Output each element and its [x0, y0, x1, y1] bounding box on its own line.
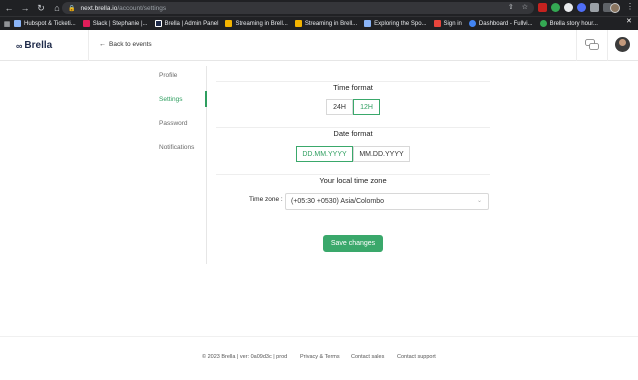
sidebar-item-settings[interactable]: Settings: [159, 96, 183, 103]
save-changes-button[interactable]: Save changes: [323, 235, 383, 252]
bookmark-item[interactable]: Hubspot & Ticketi...: [14, 20, 76, 27]
more-menu-icon[interactable]: ⋮: [626, 2, 634, 11]
bookmark-favicon-icon: [154, 20, 162, 27]
time-zone-select[interactable]: (+05:30 +0530) Asia/Colombo ⌄: [285, 193, 489, 210]
bookmark-favicon-icon: [539, 20, 547, 27]
bookmark-favicon-icon: [14, 20, 21, 27]
avatar[interactable]: [615, 37, 630, 52]
address-bar[interactable]: 🔒 next.brella.io/account/settings ⇧ ☆: [62, 2, 534, 14]
extension-icon[interactable]: [577, 3, 586, 12]
footer-divider: [0, 336, 638, 337]
browser-toolbar: ← → ↻ ⌂ 🔒 next.brella.io/account/setting…: [0, 0, 638, 16]
bookmark-item[interactable]: Exploring the Spo...: [364, 20, 427, 27]
time-format-title: Time format: [333, 83, 373, 92]
footer-link-contact-sales[interactable]: Contact sales: [351, 354, 384, 360]
bookmark-item[interactable]: Sign in: [433, 20, 462, 27]
section-divider: [216, 174, 490, 175]
time-zone-label: Time zone :: [249, 196, 283, 203]
divider: [88, 30, 89, 61]
bookmark-star-icon[interactable]: ☆: [522, 3, 528, 11]
bookmark-item[interactable]: Streaming in Brell...: [294, 20, 357, 27]
bookmark-item[interactable]: Dashboard - Fullvi...: [468, 20, 533, 27]
active-indicator: [205, 91, 207, 107]
brella-logo-icon: ∞: [16, 40, 23, 51]
divider: [576, 30, 577, 61]
app-header: ∞ Brella ← Back to events: [0, 30, 638, 61]
time-format-24h-option[interactable]: 24H: [326, 99, 353, 115]
date-format-mmddyyyy-option[interactable]: MM.DD.YYYY: [353, 146, 410, 162]
chevron-down-icon: ⌄: [476, 198, 482, 204]
back-link-label: Back to events: [109, 41, 152, 48]
divider: [607, 30, 608, 61]
browser-profile-avatar[interactable]: [610, 3, 620, 13]
bookmark-favicon-icon: [468, 20, 476, 27]
footer-link-contact-support[interactable]: Contact support: [397, 354, 436, 360]
puzzle-icon[interactable]: [590, 3, 599, 12]
settings-sidebar: Profile Settings Password Notifications: [150, 66, 207, 264]
bookmark-favicon-icon: [433, 20, 441, 27]
footer-copyright: © 2023 Brella | ver: 0a09d3c | prod: [202, 354, 288, 360]
bookmark-item[interactable]: Slack | Stephanie |...: [82, 20, 148, 27]
apps-grid-icon[interactable]: ▦: [0, 20, 14, 28]
time-zone-value: (+05:30 +0530) Asia/Colombo: [291, 198, 385, 205]
bookmarks-bar: ▦ Hubspot & Ticketi... Slack | Stephanie…: [0, 16, 638, 30]
extension-icon[interactable]: [551, 3, 560, 12]
extension-icon[interactable]: [564, 3, 573, 12]
date-format-title: Date format: [333, 129, 373, 138]
date-format-ddmmyyyy-option[interactable]: DD.MM.YYYY: [296, 146, 353, 162]
time-zone-title: Your local time zone: [319, 176, 387, 185]
bookmark-favicon-icon: [82, 20, 90, 27]
logo-text: Brella: [24, 40, 53, 51]
url-path: /account/settings: [117, 4, 167, 12]
chat-icon[interactable]: [585, 39, 599, 51]
sidebar-item-notifications[interactable]: Notifications: [159, 144, 194, 151]
url-host: next.brella.io: [80, 4, 118, 12]
bookmark-favicon-icon: [225, 20, 233, 27]
bookmark-item[interactable]: Brella | Admin Panel: [154, 20, 218, 27]
bookmark-favicon-icon: [294, 20, 302, 27]
back-arrow-icon[interactable]: ←: [2, 1, 16, 15]
bookmark-item[interactable]: Streaming in Brell...: [225, 20, 288, 27]
extension-icon[interactable]: [538, 3, 547, 12]
sidebar-item-profile[interactable]: Profile: [159, 72, 177, 79]
brella-logo[interactable]: ∞ Brella: [16, 40, 52, 51]
back-to-events-link[interactable]: ← Back to events: [99, 41, 152, 48]
bookmark-item[interactable]: Brella story hour...: [539, 20, 598, 27]
footer-link-privacy[interactable]: Privacy & Terms: [300, 354, 340, 360]
sidebar-item-password[interactable]: Password: [159, 120, 188, 127]
share-icon[interactable]: ⇧: [508, 3, 514, 11]
close-icon[interactable]: ✕: [626, 17, 632, 25]
section-divider: [216, 127, 490, 128]
forward-arrow-icon[interactable]: →: [18, 1, 32, 15]
arrow-left-icon: ←: [99, 41, 106, 48]
time-format-12h-option[interactable]: 12H: [353, 99, 380, 115]
reload-icon[interactable]: ↻: [34, 1, 48, 15]
section-divider: [216, 81, 490, 82]
bookmark-favicon-icon: [364, 20, 372, 27]
lock-icon: 🔒: [68, 5, 76, 12]
